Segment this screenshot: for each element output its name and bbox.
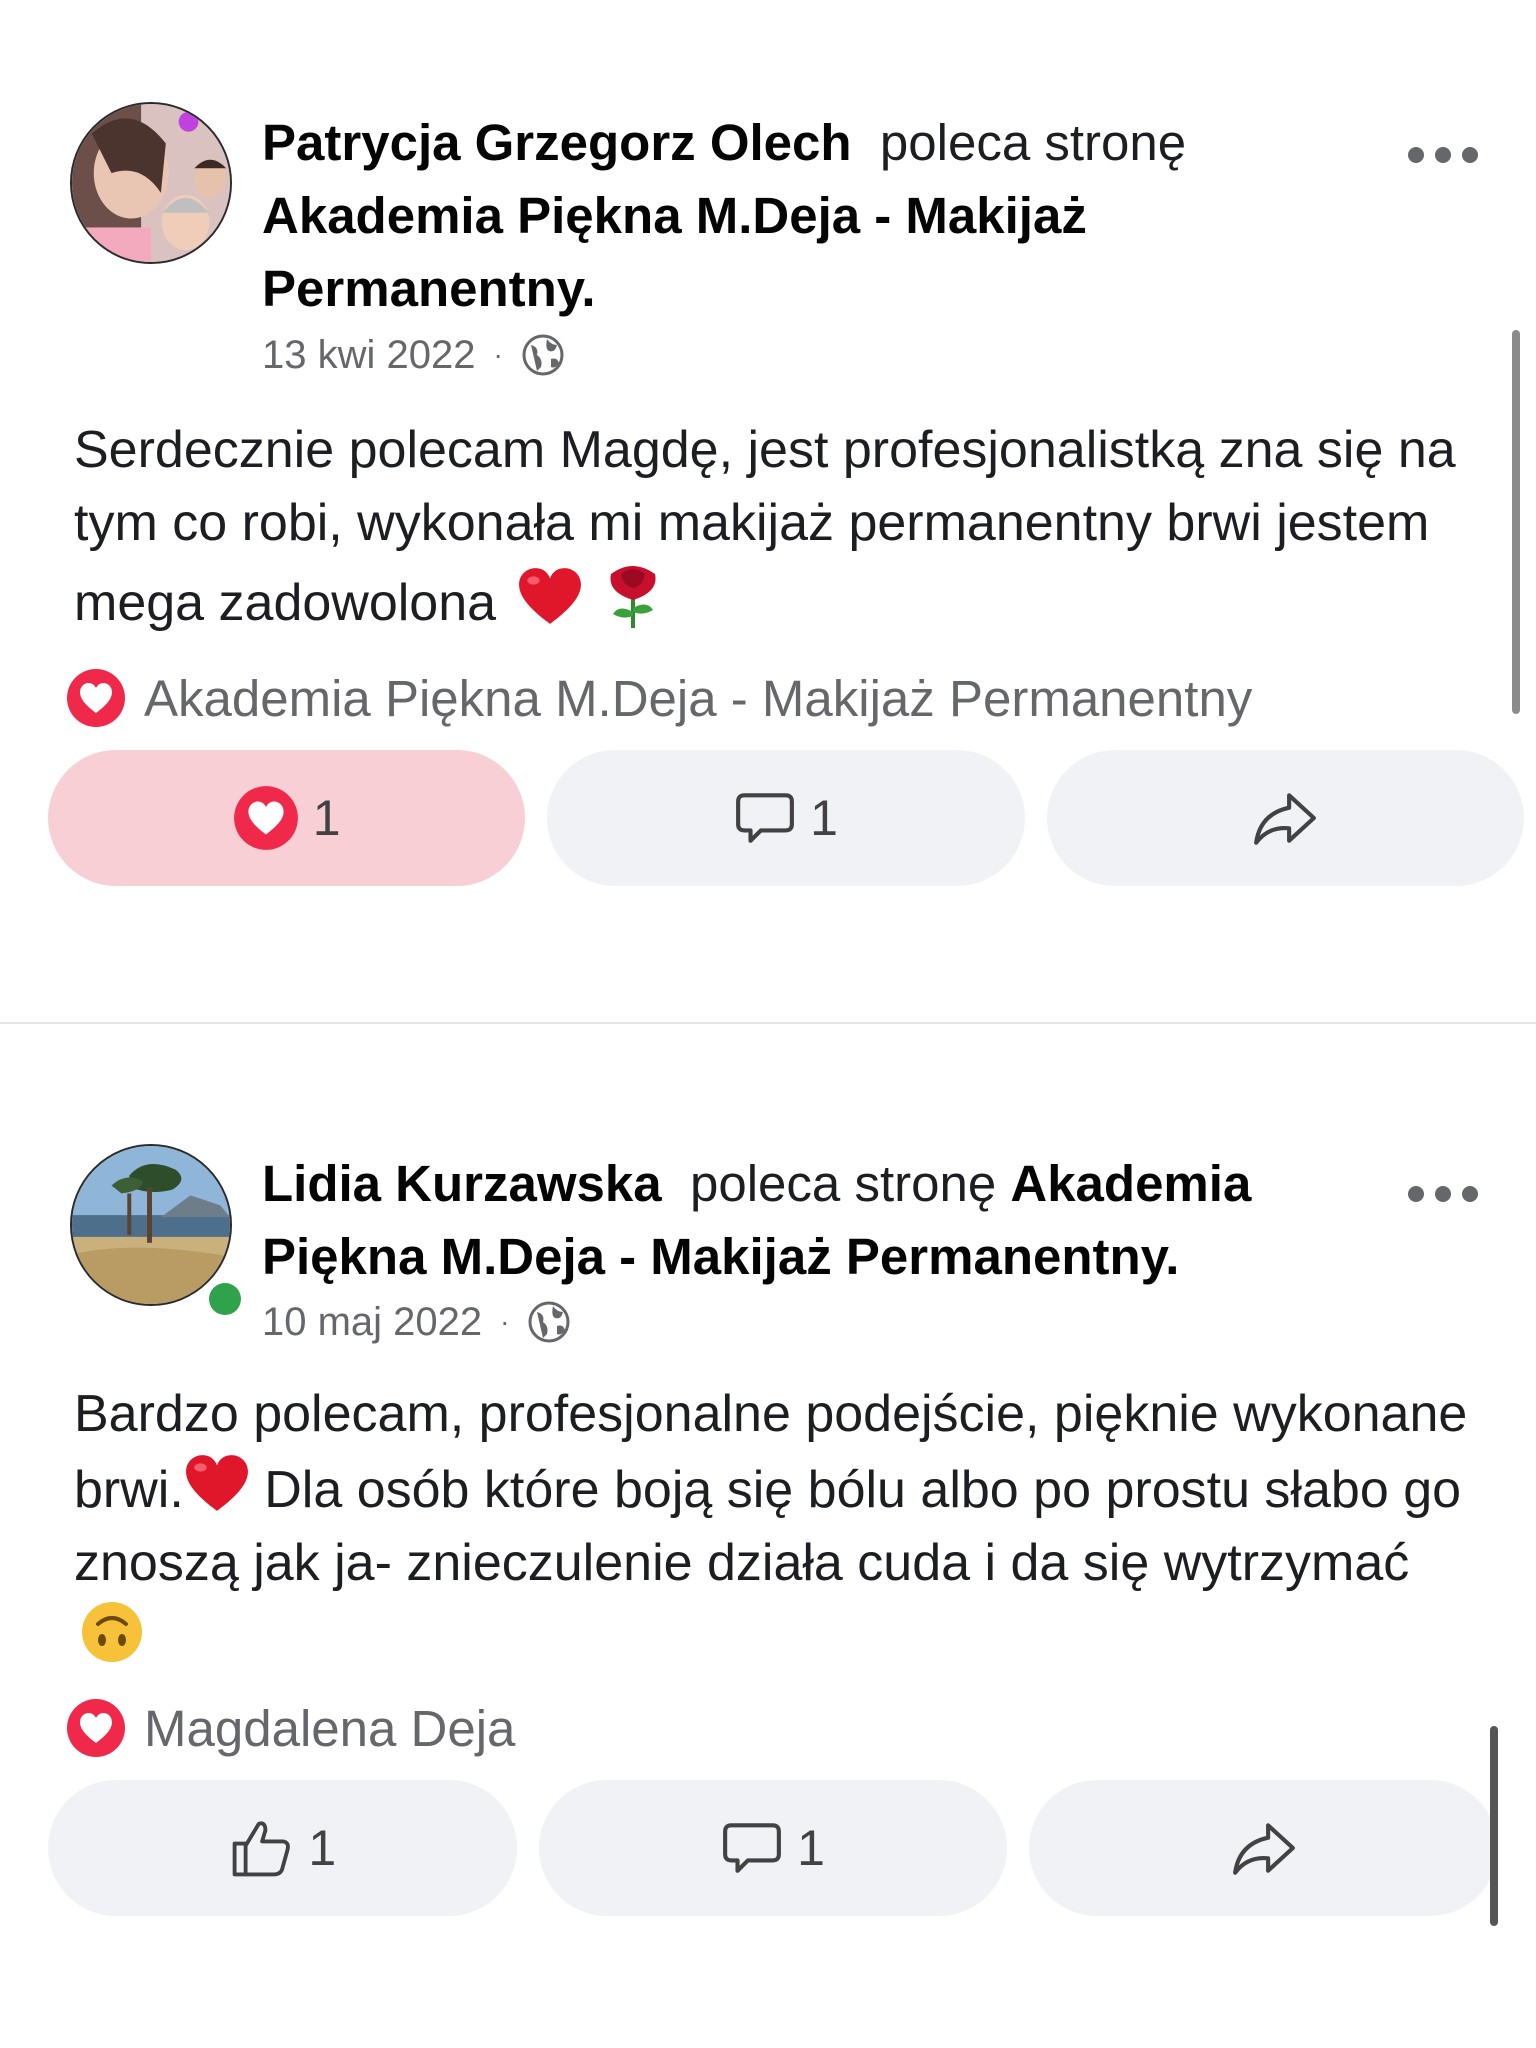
action-bar: 1 1 — [48, 1780, 1499, 1916]
scrollbar-thumb[interactable] — [1490, 1726, 1498, 1926]
reviews-page: Patrycja Grzegorz Olech poleca stronę Ak… — [0, 0, 1536, 2048]
dot-icon — [1408, 147, 1424, 163]
dot-icon — [1408, 1186, 1424, 1202]
post-date[interactable]: 10 maj 2022 — [262, 1300, 482, 1345]
comment-button[interactable]: 1 — [547, 750, 1025, 886]
like-button[interactable]: 1 — [48, 750, 526, 886]
author-avatar[interactable] — [70, 102, 232, 264]
post-text-part-2: Dla osób które boją się bólu albo po pro… — [74, 1461, 1462, 1592]
scrollbar-thumb[interactable] — [1512, 330, 1520, 714]
share-icon — [1232, 1823, 1295, 1875]
more-options-button[interactable] — [1408, 140, 1478, 170]
love-reaction-icon — [67, 1699, 125, 1757]
comment-button[interactable]: 1 — [538, 1780, 1008, 1916]
comment-count: 1 — [810, 790, 838, 846]
like-button[interactable]: 1 — [48, 1780, 517, 1916]
upside-down-face-icon — [82, 1602, 142, 1662]
reaction-count: 1 — [308, 1820, 337, 1876]
author-name[interactable]: Patrycja Grzegorz Olech — [262, 114, 852, 171]
red-heart-icon — [518, 568, 581, 624]
meta-separator: · — [493, 339, 503, 370]
reaction-count: 1 — [312, 790, 341, 846]
globe-icon — [528, 1301, 570, 1343]
reaction-summary[interactable]: Akademia Piękna M.Deja - Makijaż Permane… — [66, 668, 1252, 728]
thumbs-up-icon — [233, 1821, 291, 1877]
post-header: Patrycja Grzegorz Olech poleca stronę Ak… — [262, 106, 1362, 325]
share-button[interactable] — [1046, 750, 1524, 886]
red-heart-icon — [185, 1455, 248, 1511]
post-meta: 13 kwi 2022 · — [262, 325, 565, 385]
reaction-summary[interactable]: Magdalena Deja — [66, 1698, 515, 1758]
share-button[interactable] — [1029, 1780, 1499, 1916]
recommendation-verb: poleca stronę — [689, 1155, 997, 1212]
author-name[interactable]: Lidia Kurzawska — [262, 1155, 662, 1212]
more-options-button[interactable] — [1408, 1179, 1478, 1209]
post-body: Bardzo polecam, profesjonalne podejście,… — [74, 1378, 1474, 1674]
post-divider — [0, 1022, 1536, 1024]
post-text: Serdecznie polecam Magdę, jest profesjon… — [74, 421, 1456, 632]
post-header: Lidia Kurzawska poleca stronę Akademia P… — [262, 1147, 1362, 1293]
action-bar: 1 1 — [48, 750, 1524, 886]
love-reaction-icon — [67, 669, 125, 727]
dot-icon — [1435, 147, 1451, 163]
globe-icon — [522, 334, 564, 376]
rose-icon — [610, 566, 656, 628]
comment-icon — [723, 1823, 782, 1873]
dot-icon — [1462, 147, 1478, 163]
comment-count: 1 — [797, 1820, 825, 1876]
dot-icon — [1435, 1186, 1451, 1202]
avatar-photo-icon — [72, 104, 230, 262]
post-meta: 10 maj 2022 · — [262, 1292, 571, 1352]
recommended-page-name[interactable]: Akademia Piękna M.Deja - Makijaż Permane… — [262, 187, 1087, 317]
love-reaction-icon — [233, 786, 298, 850]
share-icon — [1254, 793, 1317, 845]
comment-icon — [736, 793, 795, 843]
post-date[interactable]: 13 kwi 2022 — [262, 333, 475, 378]
reacted-by-name: Magdalena Deja — [144, 1699, 516, 1757]
recommendation-verb: poleca stronę — [879, 114, 1187, 171]
meta-separator: · — [500, 1306, 510, 1337]
online-status-icon — [204, 1278, 246, 1320]
reacted-by-name: Akademia Piękna M.Deja - Makijaż Permane… — [144, 669, 1253, 727]
post-body: Serdecznie polecam Magdę, jest profesjon… — [74, 414, 1494, 640]
dot-icon — [1462, 1186, 1478, 1202]
